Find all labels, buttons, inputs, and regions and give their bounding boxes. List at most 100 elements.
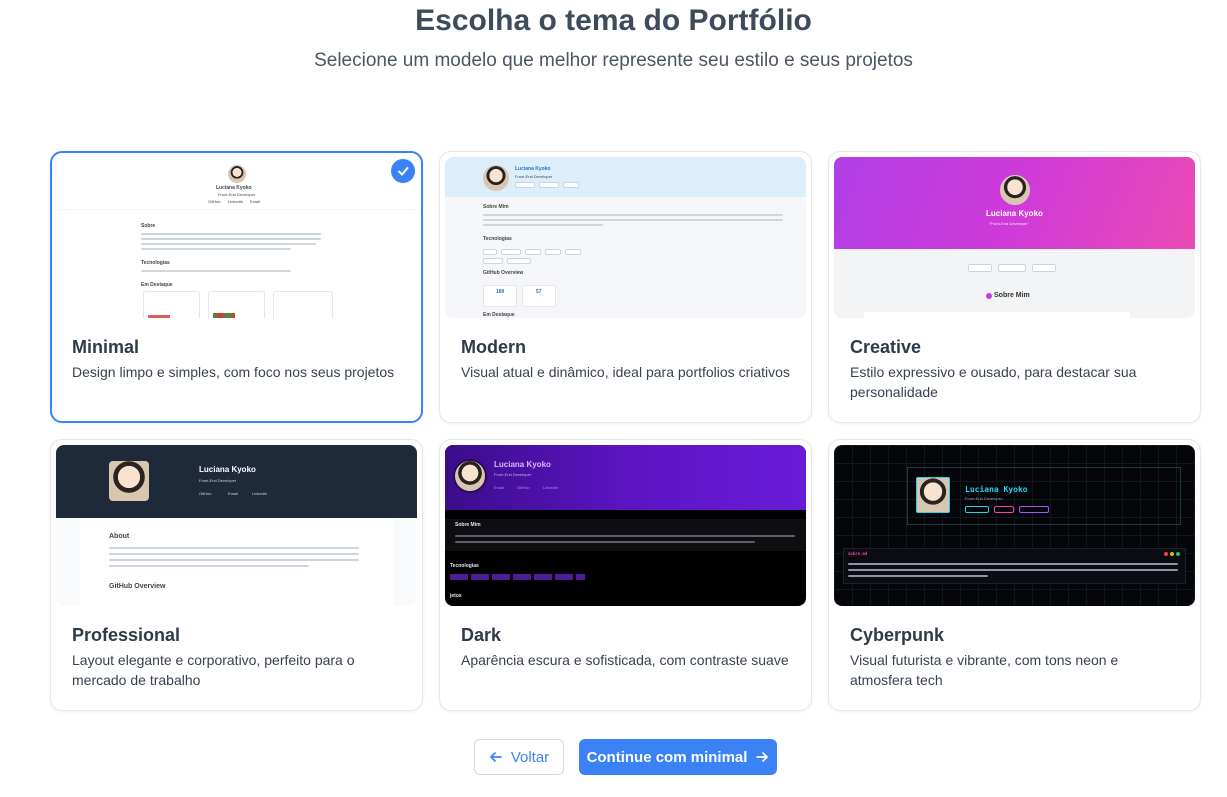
stat-card: 189 [483,285,517,307]
preview-github-link: GitHub [517,485,530,490]
theme-title: Professional [72,625,181,645]
theme-card-modern[interactable]: Luciana Kyoko Front-End Developer Sobre … [439,151,812,423]
preview-name: Luciana Kyoko [216,185,252,191]
text-line [455,541,755,543]
preview-about-heading: Sobre Mim [455,522,481,528]
text-line [483,219,783,221]
theme-description: Visual futurista e vibrante, com tons ne… [850,652,1119,688]
back-button[interactable]: Voltar [474,739,564,775]
preview-about-heading: Sobre Mim [483,204,509,210]
stat-card: 57 [522,285,556,307]
purple-header [445,445,806,510]
avatar [1000,175,1030,205]
preview-name: Luciana Kyoko [986,209,1043,218]
link-chip-linkedin [1019,506,1049,513]
theme-preview-professional: Luciana Kyoko Front-End Developer GitHub… [56,445,417,606]
link-chip [515,182,535,188]
theme-description: Layout elegante e corporativo, perfeito … [72,652,355,688]
link-chip-email [1032,264,1056,272]
window-dot [1170,552,1174,556]
continue-button[interactable]: Continue com minimal [579,739,777,775]
preview-name: Luciana Kyoko [199,465,256,474]
sparkle-icon [986,293,992,299]
preview-tech-heading: Tecnologias [141,260,170,266]
theme-card-cyberpunk[interactable]: Luciana Kyoko Front-End Developer sobre.… [828,439,1201,711]
preview-projects-heading: jetos [450,593,462,599]
text-line [109,559,359,561]
preview-about-heading: Sobre Mim [994,292,1030,299]
tech-chip [483,258,503,264]
theme-description: Design limpo e simples, com foco nos seu… [72,364,395,380]
back-button-label: Voltar [510,748,550,766]
content-panel [80,518,393,606]
stat-value: 189 [496,289,505,295]
check-icon [391,159,415,183]
text-line [455,535,795,537]
preview-github-heading: GitHub Overview [483,270,524,276]
avatar [453,459,487,493]
preview-role: Front-End Developer [515,174,553,179]
preview-linkedin-link: LinkedIn [252,491,268,496]
preview-github-link: GitHub [199,491,212,496]
text-line [109,565,309,567]
preview-name: Luciana Kyoko [515,166,551,172]
tech-chip [501,249,521,255]
theme-card-creative[interactable]: Luciana Kyoko "Front-End Developer" Sobr… [828,151,1201,423]
theme-title: Minimal [72,337,140,357]
preview-email-link: Email [228,491,239,496]
theme-preview-minimal: Luciana Kyoko Front-End Developer GitHub… [56,157,417,318]
theme-preview-dark: Luciana Kyoko Front-End Developer Email … [445,445,806,606]
preview-role: Front-End Developer [494,472,532,477]
avatar [109,461,149,501]
continue-button-label: Continue com minimal [586,748,748,766]
preview-highlights-heading: Em Destaque [483,312,515,318]
code-line [848,563,1178,565]
preview-tech-heading: Tecnologias [483,236,512,242]
tech-chip [545,249,561,255]
preview-linkedin-link: LinkedIn [228,199,244,204]
page-title: Escolha o tema do Portfólio [415,4,812,37]
link-chip [539,182,559,188]
text-line [483,224,603,226]
code-window [843,548,1186,584]
theme-card-dark[interactable]: Luciana Kyoko Front-End Developer Email … [439,439,812,711]
preview-role: Front-End Developer [218,192,256,197]
preview-tech-heading: Tecnologias [450,563,479,569]
link-chip-linkedin [998,264,1026,272]
theme-title: Cyberpunk [850,625,945,645]
tech-chip [565,249,581,255]
arrow-right-icon [756,752,769,762]
preview-github-heading: GitHub Overview [109,583,166,590]
stat-value: 57 [536,289,542,295]
theme-grid: Luciana Kyoko Front-End Developer GitHub… [50,151,1202,711]
theme-card-professional[interactable]: Luciana Kyoko Front-End Developer GitHub… [50,439,423,711]
project-card [208,291,265,318]
text-line [141,238,321,240]
theme-card-minimal[interactable]: Luciana Kyoko Front-End Developer GitHub… [50,151,423,423]
theme-description: Visual atual e dinâmico, ideal para port… [461,364,790,380]
text-line [483,214,783,216]
text-line [109,547,359,549]
window-dot [1164,552,1168,556]
text-line [141,248,291,250]
theme-title: Dark [461,625,502,645]
tech-chip [525,249,541,255]
text-line [109,553,359,555]
link-chip-email [994,506,1014,513]
avatar [228,165,246,183]
theme-preview-modern: Luciana Kyoko Front-End Developer Sobre … [445,157,806,318]
theme-preview-cyberpunk: Luciana Kyoko Front-End Developer sobre.… [834,445,1195,606]
theme-title: Creative [850,337,922,357]
preview-email-link: Email [250,199,261,204]
preview-name: Luciana Kyoko [965,485,1028,494]
theme-description: Aparência escura e sofisticada, com cont… [461,652,789,668]
tech-chip [507,258,531,264]
preview-highlights-heading: Em Destaque [141,282,173,288]
project-card [273,291,333,318]
link-chip [563,182,579,188]
project-card [143,291,200,318]
preview-linkedin-link: LinkedIn [543,485,559,490]
text-line [141,243,316,245]
theme-preview-creative: Luciana Kyoko "Front-End Developer" Sobr… [834,157,1195,318]
arrow-left-icon [489,752,502,762]
